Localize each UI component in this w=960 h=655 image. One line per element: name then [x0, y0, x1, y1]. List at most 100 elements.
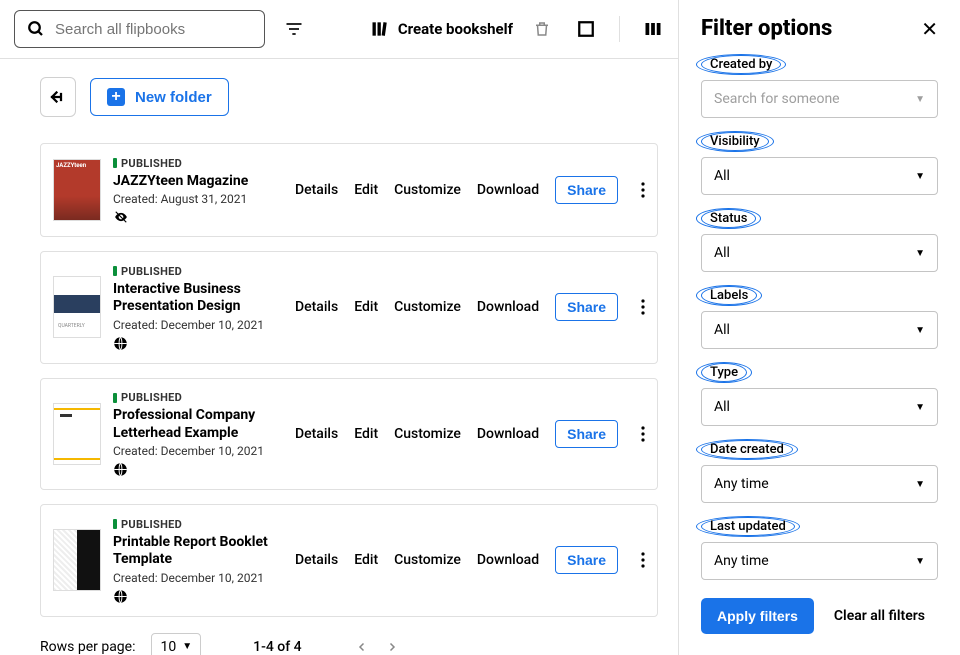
- details-link[interactable]: Details: [295, 552, 338, 568]
- customize-link[interactable]: Customize: [394, 182, 461, 198]
- filter-label: Status: [701, 209, 756, 228]
- filter-label: Visibility: [701, 132, 769, 151]
- filter-group: Type All ▼: [701, 363, 938, 426]
- new-folder-label: New folder: [135, 89, 212, 106]
- thumbnail[interactable]: QUARTERLY: [53, 276, 101, 338]
- row-created: Created: December 10, 2021: [113, 444, 283, 458]
- filter-label: Last updated: [701, 517, 795, 536]
- table-row: JAZZYteen PUBLISHED JAZZYteen Magazine C…: [40, 143, 658, 237]
- edit-link[interactable]: Edit: [354, 552, 378, 568]
- download-link[interactable]: Download: [477, 182, 539, 198]
- thumbnail[interactable]: [53, 529, 101, 591]
- filter-value: Any time: [714, 553, 769, 569]
- share-button[interactable]: Share: [555, 176, 618, 204]
- row-created: Created: December 10, 2021: [113, 318, 283, 332]
- filter-select[interactable]: All ▼: [701, 234, 938, 272]
- share-button[interactable]: Share: [555, 546, 618, 574]
- thumbnail[interactable]: [53, 403, 101, 465]
- customize-link[interactable]: Customize: [394, 426, 461, 442]
- rows-list: JAZZYteen PUBLISHED JAZZYteen Magazine C…: [40, 143, 658, 617]
- status-badge: PUBLISHED: [113, 518, 182, 531]
- new-folder-button[interactable]: + New folder: [90, 78, 229, 116]
- search-icon: [25, 18, 47, 40]
- details-link[interactable]: Details: [295, 426, 338, 442]
- rows-per-page-value: 10: [160, 639, 176, 655]
- toolbar: Create bookshelf: [0, 0, 678, 59]
- create-bookshelf-button[interactable]: Create bookshelf: [370, 19, 513, 39]
- filter-select[interactable]: All ▼: [701, 157, 938, 195]
- filter-value: All: [714, 245, 730, 261]
- filter-label: Type: [701, 363, 747, 382]
- filter-title: Filter options: [701, 16, 832, 41]
- download-link[interactable]: Download: [477, 299, 539, 315]
- caret-down-icon: ▼: [915, 479, 925, 490]
- filter-group: Created by Search for someone ▼: [701, 55, 938, 118]
- more-icon[interactable]: [634, 426, 652, 442]
- close-icon[interactable]: ✕: [921, 19, 938, 39]
- filter-value: All: [714, 322, 730, 338]
- row-created: Created: August 31, 2021: [113, 192, 283, 206]
- filter-value: Any time: [714, 476, 769, 492]
- rows-per-page-select[interactable]: 10 ▼: [151, 633, 201, 655]
- plus-icon: +: [107, 88, 125, 106]
- edit-link[interactable]: Edit: [354, 426, 378, 442]
- search-box[interactable]: [14, 10, 265, 48]
- row-title[interactable]: Professional Company Letterhead Example: [113, 407, 283, 442]
- filter-group: Last updated Any time ▼: [701, 517, 938, 580]
- hidden-icon: [113, 210, 283, 224]
- globe-icon: [113, 336, 283, 351]
- filter-value: All: [714, 399, 730, 415]
- more-icon[interactable]: [634, 182, 652, 198]
- download-link[interactable]: Download: [477, 552, 539, 568]
- filter-icon[interactable]: [283, 18, 305, 40]
- customize-link[interactable]: Customize: [394, 299, 461, 315]
- back-button[interactable]: [40, 77, 76, 117]
- status-badge: PUBLISHED: [113, 265, 182, 278]
- row-title[interactable]: Interactive Business Presentation Design: [113, 281, 283, 316]
- filter-group: Date created Any time ▼: [701, 440, 938, 503]
- pager-next[interactable]: [386, 640, 398, 654]
- details-link[interactable]: Details: [295, 182, 338, 198]
- filter-select[interactable]: All ▼: [701, 311, 938, 349]
- caret-down-icon: ▼: [915, 402, 925, 413]
- search-input[interactable]: [55, 21, 254, 38]
- share-button[interactable]: Share: [555, 293, 618, 321]
- books-icon: [370, 19, 390, 39]
- download-link[interactable]: Download: [477, 426, 539, 442]
- share-button[interactable]: Share: [555, 420, 618, 448]
- pager: Rows per page: 10 ▼ 1-4 of 4: [40, 617, 658, 655]
- create-bookshelf-label: Create bookshelf: [398, 20, 513, 38]
- clear-filters-link[interactable]: Clear all filters: [834, 608, 925, 624]
- details-link[interactable]: Details: [295, 299, 338, 315]
- row-title[interactable]: JAZZYteen Magazine: [113, 173, 283, 191]
- table-row: QUARTERLY PUBLISHED Interactive Business…: [40, 251, 658, 364]
- pager-prev[interactable]: [356, 640, 368, 654]
- trash-icon[interactable]: [531, 18, 553, 40]
- filter-select[interactable]: All ▼: [701, 388, 938, 426]
- edit-link[interactable]: Edit: [354, 299, 378, 315]
- columns-icon[interactable]: [642, 18, 664, 40]
- filter-select[interactable]: Any time ▼: [701, 465, 938, 503]
- caret-down-icon: ▼: [915, 325, 925, 336]
- filter-select[interactable]: Any time ▼: [701, 542, 938, 580]
- filter-select[interactable]: Search for someone ▼: [701, 80, 938, 118]
- more-icon[interactable]: [634, 299, 652, 315]
- thumbnail[interactable]: JAZZYteen: [53, 159, 101, 221]
- caret-down-icon: ▼: [915, 171, 925, 182]
- caret-down-icon: ▼: [915, 94, 925, 105]
- apply-filters-button[interactable]: Apply filters: [701, 598, 814, 634]
- filter-value: All: [714, 168, 730, 184]
- status-badge: PUBLISHED: [113, 157, 182, 170]
- filter-value: Search for someone: [714, 91, 840, 107]
- filter-group: Labels All ▼: [701, 286, 938, 349]
- customize-link[interactable]: Customize: [394, 552, 461, 568]
- view-card-icon[interactable]: [575, 18, 597, 40]
- row-title[interactable]: Printable Report Booklet Template: [113, 534, 283, 569]
- filter-group: Status All ▼: [701, 209, 938, 272]
- filter-label: Labels: [701, 286, 757, 305]
- more-icon[interactable]: [634, 552, 652, 568]
- divider: [619, 16, 620, 42]
- edit-link[interactable]: Edit: [354, 182, 378, 198]
- filter-group: Visibility All ▼: [701, 132, 938, 195]
- rows-per-page-label: Rows per page:: [40, 639, 135, 655]
